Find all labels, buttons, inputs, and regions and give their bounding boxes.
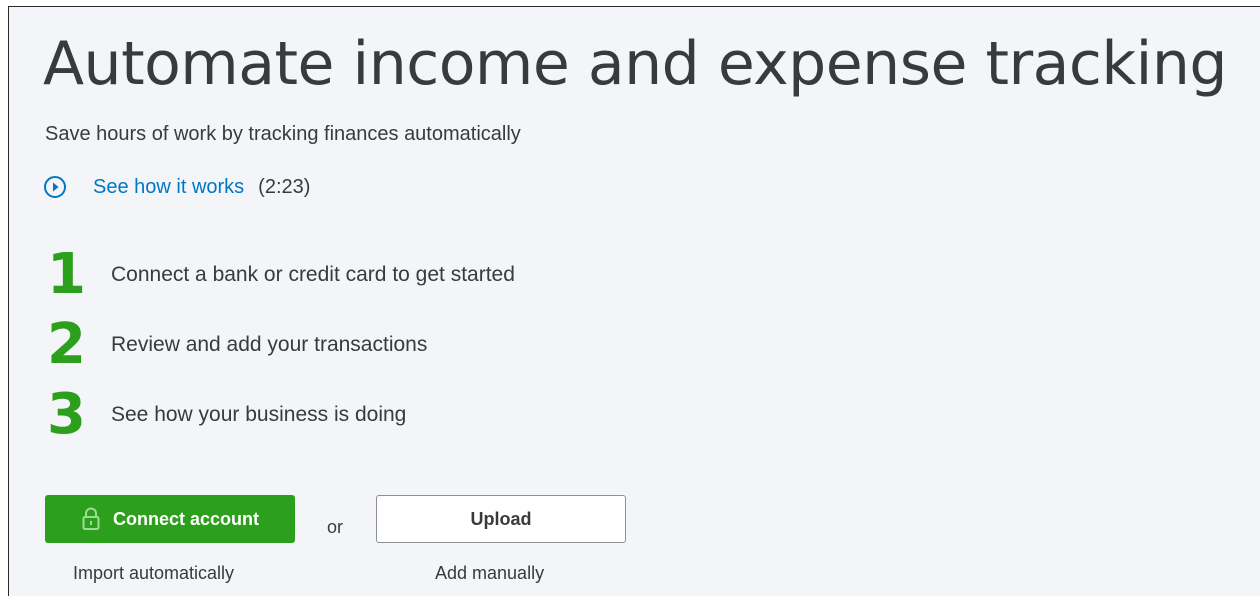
upload-button[interactable]: Upload — [376, 495, 626, 543]
upload-caption: Add manually — [435, 563, 545, 583]
step-text: See how your business is doing — [111, 403, 407, 426]
step-text: Connect a bank or credit card to get sta… — [111, 263, 515, 286]
step-text: Review and add your transactions — [111, 333, 428, 356]
step-2: 2 Review and add your transactions — [47, 317, 427, 373]
or-separator: or — [327, 517, 344, 537]
step-3: 3 See how your business is doing — [47, 387, 406, 443]
video-duration: (2:23) — [258, 175, 311, 198]
connect-account-label: Connect account — [112, 508, 259, 529]
step-number: 3 — [47, 382, 86, 447]
connect-account-button[interactable]: Connect account — [45, 495, 295, 543]
upload-label: Upload — [470, 508, 532, 529]
see-how-it-works-label[interactable]: See how it works — [93, 176, 244, 199]
connect-caption: Import automatically — [73, 563, 235, 583]
step-number: 1 — [47, 242, 86, 307]
step-number: 2 — [47, 312, 86, 377]
lock-icon — [81, 507, 101, 531]
step-1: 1 Connect a bank or credit card to get s… — [47, 247, 515, 303]
page-title: Automate income and expense tracking — [43, 29, 1227, 99]
get-started-panel: Automate income and expense tracking Sav… — [8, 6, 1260, 596]
page-subtitle: Save hours of work by tracking finances … — [45, 123, 521, 145]
see-how-it-works-link[interactable]: See how it works (2:23) — [43, 175, 310, 199]
play-circle-icon[interactable] — [43, 175, 67, 199]
